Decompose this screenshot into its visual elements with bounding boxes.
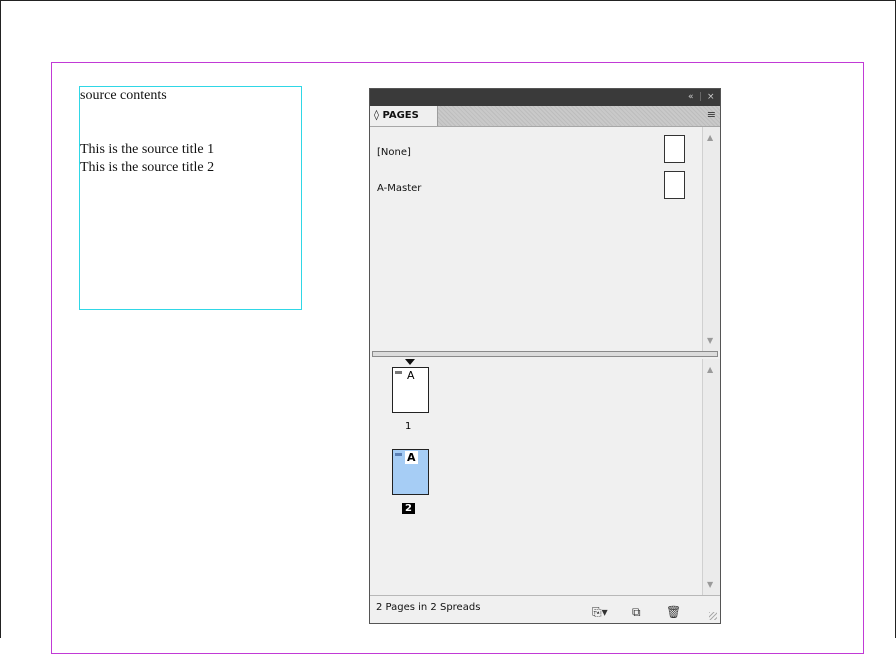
- masters-scrollbar[interactable]: ▲ ▼: [702, 127, 720, 351]
- master-letter: A: [407, 369, 415, 382]
- page-thumbnail-1[interactable]: A: [392, 367, 429, 413]
- tab-pages[interactable]: ◊ PAGES: [370, 106, 438, 126]
- panel-menu-icon[interactable]: ≡: [707, 108, 716, 121]
- scroll-down-icon[interactable]: ▼: [707, 580, 713, 589]
- master-thumbnail[interactable]: [664, 135, 685, 163]
- pages-panel: « | × ◊ PAGES ≡ [None] A-Master ▲ ▼ A 1 …: [369, 88, 721, 624]
- masters-list: [None] A-Master: [370, 127, 702, 351]
- scroll-up-icon[interactable]: ▲: [707, 365, 713, 374]
- panel-divider[interactable]: [372, 351, 718, 357]
- master-fold-icon: [395, 453, 402, 456]
- tab-toggle-icon: ◊: [374, 110, 379, 121]
- tab-strip: ◊ PAGES ≡: [370, 106, 720, 127]
- new-page-icon[interactable]: ⧉: [632, 600, 641, 624]
- pages-scrollbar[interactable]: ▲ ▼: [702, 359, 720, 595]
- resize-grip[interactable]: [709, 612, 717, 620]
- text-line: This is the source title 2: [80, 160, 215, 175]
- master-fold-icon: [395, 371, 402, 374]
- master-thumbnail[interactable]: [664, 171, 685, 199]
- master-item-a-master[interactable]: A-Master: [377, 183, 421, 194]
- current-spread-marker: [405, 359, 415, 365]
- scroll-up-icon[interactable]: ▲: [707, 133, 713, 142]
- trash-icon[interactable]: 🗑: [666, 600, 681, 624]
- text-frame[interactable]: source contents This is the source title…: [79, 86, 302, 310]
- collapse-icon[interactable]: «: [688, 90, 694, 105]
- status-text: 2 Pages in 2 Spreads: [376, 602, 481, 613]
- text-line: source contents: [80, 88, 167, 103]
- separator: |: [699, 92, 703, 102]
- master-letter: A: [405, 451, 418, 464]
- pages-list: A 1 A 2: [370, 359, 702, 595]
- master-item-none[interactable]: [None]: [377, 147, 411, 158]
- page-number-2[interactable]: 2: [402, 503, 415, 514]
- tab-label: PAGES: [382, 110, 419, 121]
- status-bar: 2 Pages in 2 Spreads ⎘▾ ⧉ 🗑: [370, 595, 720, 623]
- page-thumbnail-2[interactable]: A: [392, 449, 429, 495]
- close-icon[interactable]: ×: [707, 90, 715, 105]
- page-number-1[interactable]: 1: [405, 421, 411, 432]
- panel-titlebar[interactable]: « | ×: [370, 89, 720, 106]
- edit-page-size-icon[interactable]: ⎘▾: [592, 600, 608, 624]
- text-line: This is the source title 1: [80, 142, 215, 157]
- scroll-down-icon[interactable]: ▼: [707, 336, 713, 345]
